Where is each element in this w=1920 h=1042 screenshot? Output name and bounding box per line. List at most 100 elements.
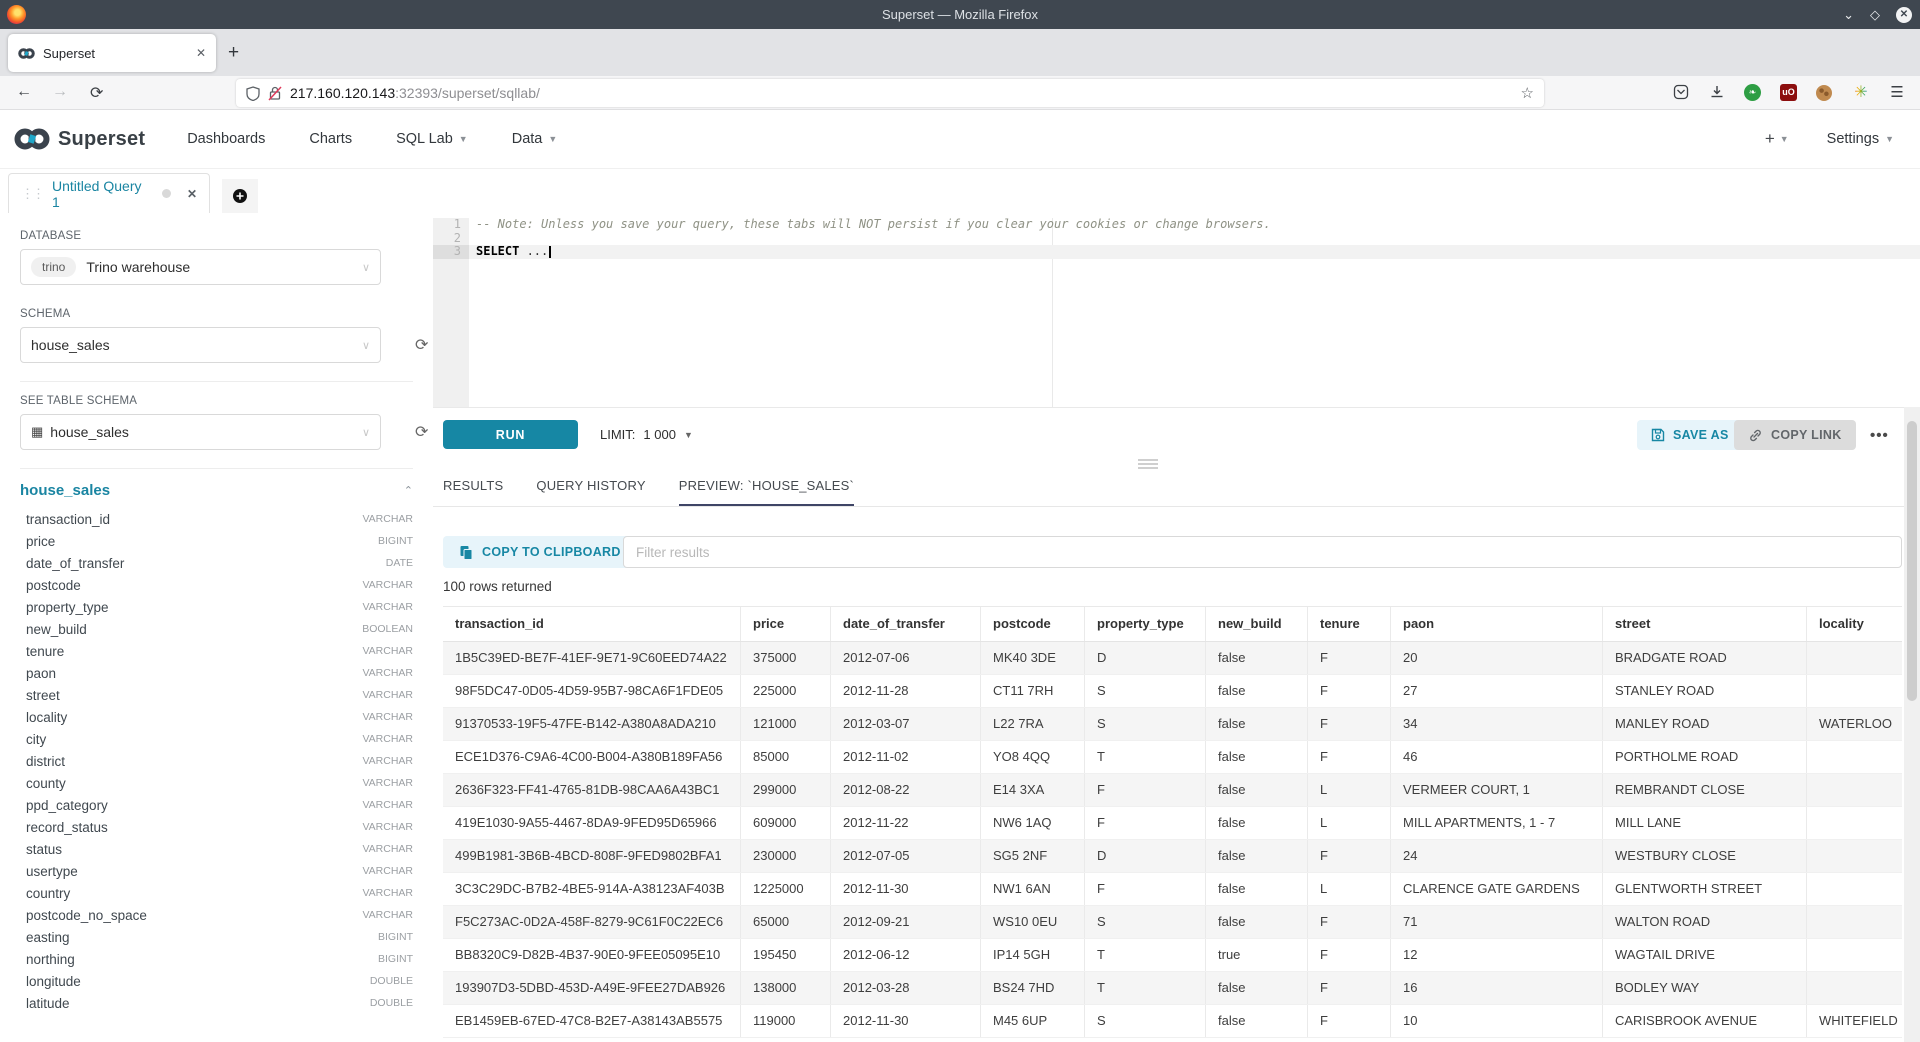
- table-cell: S: [1085, 1005, 1206, 1037]
- results-table-header: transaction_idpricedate_of_transferpostc…: [443, 607, 1902, 642]
- new-tab-button[interactable]: +: [228, 43, 239, 62]
- table-column-row: transaction_id VARCHAR: [26, 508, 413, 530]
- column-header-street[interactable]: street: [1603, 607, 1807, 641]
- table-cell: 65000: [741, 906, 831, 938]
- browser-tab[interactable]: Superset ✕: [8, 34, 216, 72]
- table-select[interactable]: ▦ house_sales ∨ ⟳: [20, 414, 381, 450]
- menu-hamburger-icon[interactable]: ☰: [1888, 84, 1906, 102]
- drag-handle-icon[interactable]: ⋮⋮: [21, 186, 43, 202]
- results-tab[interactable]: PREVIEW: `HOUSE_SALES`: [679, 478, 854, 506]
- settings-menu[interactable]: Settings▼: [1827, 131, 1894, 147]
- column-name: status: [26, 842, 62, 857]
- table-row: 1B5C39ED-BE7F-41EF-9E71-9C60EED74A223750…: [443, 642, 1902, 675]
- column-header-locality[interactable]: locality: [1807, 607, 1902, 641]
- reload-button[interactable]: ⟳: [90, 83, 103, 103]
- cookie-extension-icon[interactable]: [1816, 85, 1832, 101]
- table-column-row: status VARCHAR: [26, 838, 413, 860]
- column-type: BIGINT: [378, 953, 413, 965]
- window-maximize-icon[interactable]: ◇: [1870, 8, 1880, 21]
- query-tab-close-icon[interactable]: ✕: [187, 187, 197, 201]
- table-cell: BRADGATE ROAD: [1603, 642, 1807, 674]
- column-type: BOOLEAN: [362, 623, 413, 635]
- table-schema-title[interactable]: house_sales: [20, 482, 110, 499]
- column-name: paon: [26, 666, 56, 681]
- copy-link-button[interactable]: COPY LINK: [1734, 420, 1856, 450]
- column-header-tenure[interactable]: tenure: [1308, 607, 1391, 641]
- nav-dashboards[interactable]: Dashboards: [187, 131, 265, 147]
- browser-tabbar: Superset ✕ +: [0, 29, 1920, 76]
- chevron-down-icon: ▼: [548, 134, 557, 144]
- tab-close-icon[interactable]: ✕: [196, 46, 206, 60]
- query-tab-label: Untitled Query 1: [52, 178, 152, 210]
- table-cell: 46: [1391, 741, 1603, 773]
- results-tab[interactable]: QUERY HISTORY: [536, 478, 645, 506]
- tracking-shield-icon[interactable]: [246, 86, 260, 101]
- table-cell: false: [1206, 873, 1308, 905]
- extension-asterisk-icon[interactable]: ✳: [1852, 84, 1870, 102]
- column-header-transaction_id[interactable]: transaction_id: [443, 607, 741, 641]
- table-column-row: northing BIGINT: [26, 948, 413, 970]
- column-header-paon[interactable]: paon: [1391, 607, 1603, 641]
- copy-to-clipboard-button[interactable]: COPY TO CLIPBOARD: [443, 536, 637, 568]
- schema-select[interactable]: house_sales ∨ ⟳: [20, 327, 381, 363]
- refresh-tables-icon[interactable]: ⟳: [415, 422, 428, 442]
- table-cell: BB8320C9-D82B-4B37-90E0-9FEE05095E10: [443, 939, 741, 971]
- table-cell: false: [1206, 708, 1308, 740]
- table-cell: T: [1085, 939, 1206, 971]
- column-type: VARCHAR: [362, 909, 413, 921]
- filter-results-input[interactable]: [623, 536, 1902, 568]
- column-header-date_of_transfer[interactable]: date_of_transfer: [831, 607, 981, 641]
- table-cell: S: [1085, 675, 1206, 707]
- column-header-property_type[interactable]: property_type: [1085, 607, 1206, 641]
- nav-charts[interactable]: Charts: [309, 131, 352, 147]
- add-query-tab-button[interactable]: [222, 179, 258, 213]
- chevron-down-icon: ∨: [362, 426, 370, 439]
- window-minimize-icon[interactable]: ⌄: [1843, 8, 1854, 21]
- column-header-postcode[interactable]: postcode: [981, 607, 1085, 641]
- sql-editor[interactable]: 1 2 3 -- Note: Unless you save your quer…: [433, 218, 1920, 407]
- column-name: longitude: [26, 974, 81, 989]
- more-options-button[interactable]: •••: [1870, 420, 1889, 450]
- limit-dropdown[interactable]: LIMIT: 1 000 ▼: [600, 427, 693, 442]
- table-cell: WS10 0EU: [981, 906, 1085, 938]
- nav-sql-lab[interactable]: SQL Lab▼: [396, 131, 468, 147]
- forward-button[interactable]: →: [52, 83, 68, 101]
- column-type: VARCHAR: [362, 865, 413, 877]
- table-cell: L: [1308, 807, 1391, 839]
- column-type: VARCHAR: [362, 799, 413, 811]
- window-close-icon[interactable]: ✕: [1896, 7, 1912, 23]
- save-as-button[interactable]: SAVE AS: [1637, 420, 1743, 450]
- column-type: DOUBLE: [370, 975, 413, 987]
- add-new-button[interactable]: +▼: [1765, 129, 1789, 149]
- table-cell: YO8 4QQ: [981, 741, 1085, 773]
- chevron-up-icon[interactable]: ⌃: [404, 484, 413, 497]
- line-number: 2: [433, 232, 469, 246]
- table-row: F5C273AC-0D2A-458F-8279-9C61F0C22EC66500…: [443, 906, 1902, 939]
- column-name: locality: [26, 710, 67, 725]
- url-bar[interactable]: 217.160.120.143:32393/superset/sqllab/ ☆: [236, 79, 1544, 107]
- run-button[interactable]: RUN: [443, 420, 578, 449]
- extension-green-icon[interactable]: ❧: [1744, 84, 1761, 101]
- table-cell: CARISBROOK AVENUE: [1603, 1005, 1807, 1037]
- ublock-icon[interactable]: uO: [1780, 84, 1797, 101]
- downloads-icon[interactable]: [1708, 84, 1726, 102]
- column-type: VARCHAR: [362, 777, 413, 789]
- table-cell: 1225000: [741, 873, 831, 905]
- insecure-lock-icon[interactable]: [268, 86, 282, 101]
- table-cell: F: [1085, 807, 1206, 839]
- query-tab[interactable]: ⋮⋮ Untitled Query 1 ✕: [8, 173, 210, 213]
- scrollbar-thumb[interactable]: [1907, 421, 1917, 701]
- results-scrollbar[interactable]: [1904, 407, 1920, 1042]
- bookmark-star-icon[interactable]: ☆: [1521, 84, 1534, 102]
- superset-brand[interactable]: Superset: [14, 128, 145, 151]
- database-select[interactable]: trino Trino warehouse ∨: [20, 249, 381, 285]
- column-header-new_build[interactable]: new_build: [1206, 607, 1308, 641]
- results-tab[interactable]: RESULTS: [443, 478, 503, 506]
- column-type: VARCHAR: [362, 755, 413, 767]
- refresh-schemas-icon[interactable]: ⟳: [415, 335, 428, 355]
- pocket-icon[interactable]: [1672, 84, 1690, 102]
- column-header-price[interactable]: price: [741, 607, 831, 641]
- nav-data[interactable]: Data▼: [512, 131, 558, 147]
- table-cell: 230000: [741, 840, 831, 872]
- back-button[interactable]: ←: [16, 83, 32, 101]
